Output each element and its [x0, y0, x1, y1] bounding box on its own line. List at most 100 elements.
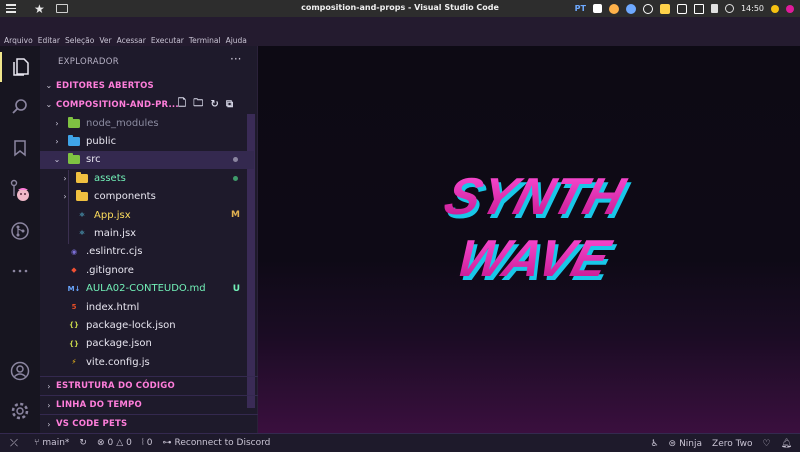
menu-terminal[interactable]: Terminal: [189, 36, 221, 45]
section-project[interactable]: ⌄ COMPOSITION-AND-PR... 🗋 🗀 ↻ ⧉: [40, 95, 258, 114]
ninja-label: Ninja: [679, 438, 703, 449]
menu-acessar[interactable]: Acessar: [117, 36, 146, 45]
settings-gear-icon[interactable]: [0, 396, 40, 426]
menu-editar[interactable]: Editar: [38, 36, 60, 45]
slack-icon[interactable]: [592, 4, 602, 13]
branch-indicator[interactable]: ⑂ main*: [34, 438, 69, 448]
ninja-indicator[interactable]: ⊜ Ninja: [669, 439, 703, 449]
network-icon[interactable]: [642, 3, 653, 14]
tree-item[interactable]: ⚡ vite.config.js: [40, 353, 254, 371]
discord-indicator[interactable]: ⊶ Reconnect to Discord: [163, 438, 271, 448]
discord-icon: ⊶: [162, 438, 172, 448]
modified-dot-icon: [233, 175, 238, 181]
git-status-badge: M: [231, 210, 240, 220]
menu-arquivo[interactable]: Arquivo: [4, 36, 33, 45]
collapse-all-icon[interactable]: ⧉: [226, 99, 233, 110]
discord-label: Reconnect to Discord: [174, 438, 271, 448]
status-bar: ⤫ ⑂ main* ↻ ⊗ 0 △ 0 ⦚ 0 ⊶ Reconnect to D…: [0, 433, 800, 452]
tree-item-label: components: [94, 191, 156, 203]
branch-name: main*: [42, 438, 70, 448]
app-menu-icon[interactable]: [6, 0, 20, 17]
tree-item[interactable]: 5 index.html: [40, 298, 254, 316]
chevron-down-icon: ⌄: [45, 100, 53, 109]
close-button[interactable]: [786, 4, 794, 13]
warning-icon: △: [116, 438, 124, 448]
check-icon[interactable]: [625, 3, 636, 14]
folder-icon[interactable]: [55, 4, 68, 13]
react-file-icon: ⚛: [78, 211, 86, 219]
bookmark-icon[interactable]: [0, 133, 40, 163]
new-folder-icon[interactable]: 🗀: [193, 96, 203, 113]
synthwave-logo: SYNTH SYNTH WAVE WAVE: [438, 168, 635, 292]
tree-item-label: App.jsx: [94, 209, 131, 221]
search-icon[interactable]: [0, 92, 40, 122]
git-file-icon: ◆: [71, 266, 77, 275]
section-open-editors-label: EDITORES ABERTOS: [56, 80, 154, 91]
json-file-icon: {}: [69, 321, 79, 330]
accessibility-icon[interactable]: ♿: [650, 439, 658, 449]
chevron-right-icon: ›: [63, 192, 67, 202]
volume-icon[interactable]: [710, 4, 718, 13]
ports-icon: ⦚: [141, 438, 144, 448]
folder-icon: [76, 190, 88, 203]
notifications-bell-icon[interactable]: 🔔︎: [781, 439, 792, 449]
error-count: 0: [107, 438, 114, 448]
folder-shape: [76, 190, 88, 202]
menu-ajuda[interactable]: Ajuda: [226, 36, 247, 45]
activity-bar: [0, 46, 40, 433]
tree-item[interactable]: › components: [40, 188, 254, 206]
section-vscode-pets[interactable]: › VS CODE PETS: [40, 414, 258, 433]
branch-icon: ⑂: [34, 438, 40, 448]
remote-indicator-icon[interactable]: ⤫: [0, 434, 28, 452]
section-project-label: COMPOSITION-AND-PR...: [56, 99, 179, 110]
explorer-icon[interactable]: [0, 52, 40, 82]
refresh-icon[interactable]: ↻: [210, 99, 219, 110]
tree-item[interactable]: ⚛ main.jsx: [40, 224, 254, 242]
display-icon[interactable]: [676, 3, 687, 14]
keyboard-layout[interactable]: PT: [575, 4, 586, 13]
tree-item[interactable]: ◆ .gitignore: [40, 261, 254, 279]
ports-indicator[interactable]: ⦚ 0: [142, 438, 153, 448]
git-graph-icon[interactable]: [0, 216, 40, 246]
tree-item[interactable]: ⌄ src: [40, 150, 254, 169]
tree-item[interactable]: › assets: [40, 169, 254, 187]
sync-indicator[interactable]: ↻: [79, 438, 87, 448]
shield-icon[interactable]: [659, 3, 670, 14]
editor-area[interactable]: SYNTH SYNTH WAVE WAVE: [258, 46, 800, 433]
menu-selecao[interactable]: Seleção: [65, 36, 94, 45]
weather-icon[interactable]: [608, 3, 619, 14]
section-outline[interactable]: › ESTRUTURA DO CÓDIGO: [40, 376, 258, 395]
section-timeline[interactable]: › LINHA DO TEMPO: [40, 395, 258, 414]
section-open-editors[interactable]: ⌄ EDITORES ABERTOS: [40, 76, 258, 95]
new-file-icon[interactable]: 🗋: [178, 96, 186, 113]
problems-indicator[interactable]: ⊗ 0 △ 0: [97, 438, 132, 448]
more-views-icon[interactable]: [0, 256, 40, 286]
tree-item[interactable]: M↓ AULA02-CONTEUDO.md U: [40, 280, 254, 298]
heart-icon[interactable]: ♡: [762, 439, 770, 449]
tree-item[interactable]: › node_modules: [40, 114, 254, 132]
menu-executar[interactable]: Executar: [151, 36, 184, 45]
account-icon[interactable]: [0, 356, 40, 386]
folder-icon: [68, 134, 80, 147]
tree-item[interactable]: › public: [40, 132, 254, 150]
folder-shape: [76, 171, 88, 183]
source-control-icon[interactable]: [0, 176, 40, 206]
power-icon[interactable]: [724, 4, 734, 13]
tree-item[interactable]: {} package.json: [40, 335, 254, 353]
tree-item[interactable]: {} package-lock.json: [40, 316, 254, 334]
section-timeline-label: LINHA DO TEMPO: [56, 400, 142, 410]
tree-item[interactable]: ⚛ App.jsx M: [40, 206, 254, 224]
battery-icon[interactable]: [693, 3, 704, 14]
theme-label[interactable]: Zero Two: [712, 439, 752, 449]
html-file-icon: 5: [71, 303, 77, 311]
tree-item[interactable]: ◉ .eslintrc.cjs: [40, 243, 254, 261]
chevron-right-icon: ›: [47, 419, 51, 429]
explorer-more-actions[interactable]: ···: [230, 52, 241, 66]
vscode-menu-bar: Arquivo Editar Seleção Ver Acessar Execu…: [0, 17, 800, 46]
menu-ver[interactable]: Ver: [99, 36, 111, 45]
logo-line-1: SYNTH: [438, 168, 632, 226]
star-icon[interactable]: ★: [34, 2, 45, 16]
minimize-button[interactable]: [771, 4, 779, 13]
tree-item-label: main.jsx: [94, 227, 137, 239]
vite-file-icon: ⚡: [71, 358, 77, 367]
